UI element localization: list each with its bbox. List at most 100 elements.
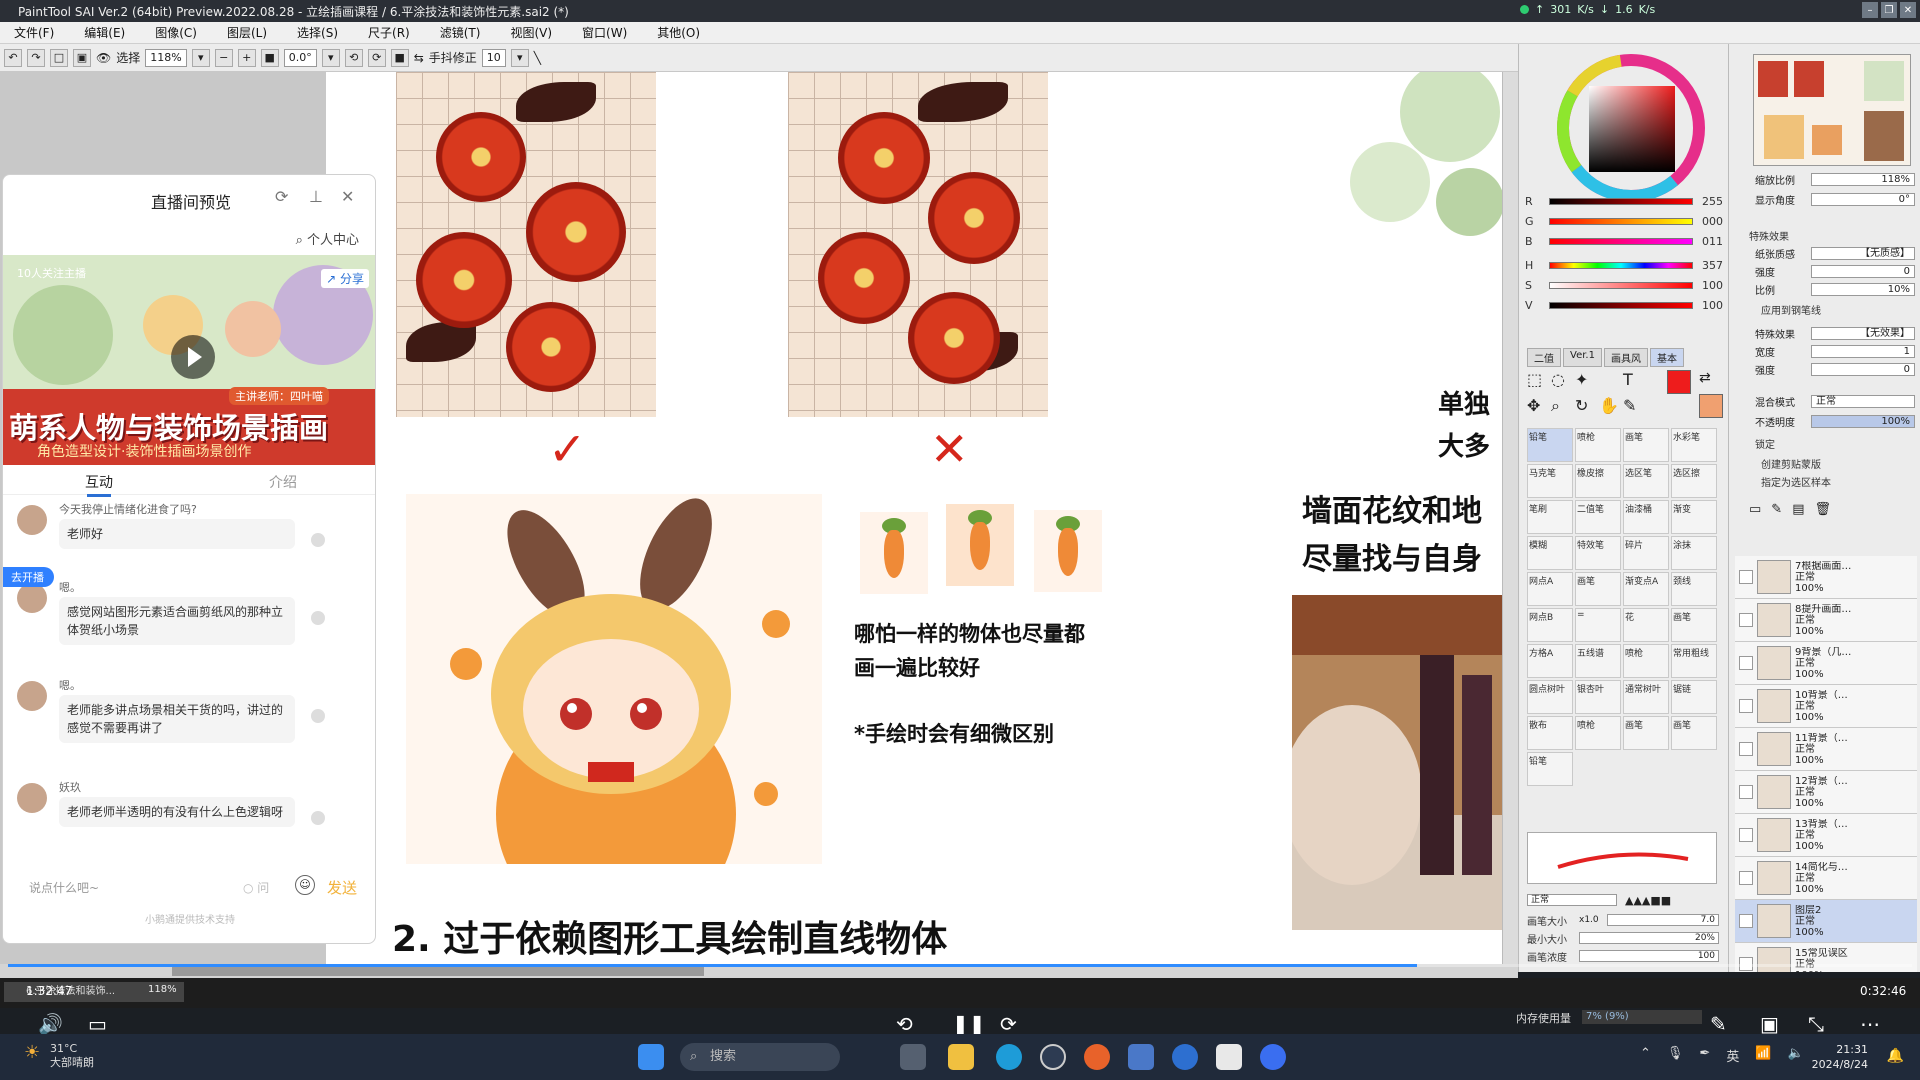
drawing-canvas[interactable]: ✓ ✕ 哪怕一样的物体也尽量都 画一遍比较好 *手绘时会有细微区别 单独 大多 … bbox=[326, 72, 1502, 964]
visibility-toggle-icon[interactable] bbox=[1739, 785, 1753, 799]
effect-select[interactable]: 【无效果】 bbox=[1811, 327, 1915, 340]
primary-color-swatch[interactable] bbox=[1667, 370, 1691, 394]
rotate-reset-icon[interactable]: ■ bbox=[390, 48, 409, 67]
notification-icon[interactable]: 🔔 bbox=[1887, 1048, 1904, 1064]
close-icon[interactable]: ✕ bbox=[1900, 2, 1916, 18]
color-slider-b[interactable]: B 011 bbox=[1525, 234, 1725, 248]
deselect-icon[interactable]: □ bbox=[50, 48, 68, 67]
lasso-icon[interactable]: ◌ bbox=[1551, 370, 1565, 389]
new-folder-icon[interactable]: ▤ bbox=[1792, 502, 1804, 517]
wifi-icon[interactable]: 📶 bbox=[1755, 1046, 1771, 1065]
menu-edit[interactable]: 编辑(E) bbox=[84, 24, 125, 41]
pip-icon[interactable]: ▣ bbox=[1760, 1012, 1779, 1036]
eyedropper-icon[interactable]: ✎ bbox=[1623, 396, 1636, 415]
angle-dropdown-icon[interactable]: ▾ bbox=[321, 48, 340, 67]
tab-painter[interactable]: 画具风 bbox=[1603, 348, 1648, 367]
brush-slot[interactable]: 渐变点A bbox=[1623, 572, 1669, 606]
effect-strength-value[interactable]: 0 bbox=[1811, 363, 1915, 376]
move-icon[interactable]: ✥ bbox=[1527, 396, 1540, 415]
slider-track[interactable] bbox=[1549, 217, 1693, 225]
new-vector-layer-icon[interactable]: ✎ bbox=[1771, 502, 1782, 517]
visibility-toggle-icon[interactable] bbox=[1739, 570, 1753, 584]
flip-icon[interactable]: ⇆ bbox=[414, 51, 424, 65]
brush-slot[interactable]: 二值笔 bbox=[1575, 500, 1621, 534]
taskbar-search[interactable]: ⌕ 搜索 bbox=[680, 1043, 840, 1071]
brush-slot[interactable]: 碎片 bbox=[1623, 536, 1669, 570]
angle-value[interactable]: 0° bbox=[1811, 193, 1915, 206]
more-dot-icon[interactable] bbox=[311, 533, 325, 547]
emoji-icon[interactable]: ☺ bbox=[295, 875, 315, 895]
zoom-out-icon[interactable]: − bbox=[214, 48, 233, 67]
slider-track[interactable] bbox=[1549, 301, 1693, 309]
width-value[interactable]: 1 bbox=[1811, 345, 1915, 358]
slider-track[interactable] bbox=[1549, 197, 1693, 205]
brush-slot[interactable]: 方格A bbox=[1527, 644, 1573, 678]
brush-tip-icons[interactable]: ▲▲▲■■ bbox=[1625, 894, 1671, 907]
go-live-badge[interactable]: 去开播 bbox=[3, 567, 54, 587]
brush-slot[interactable]: 喷枪 bbox=[1623, 644, 1669, 678]
new-layer-icon[interactable]: ▭ bbox=[1749, 502, 1761, 517]
brush-slot[interactable]: 特效笔 bbox=[1575, 536, 1621, 570]
visibility-toggle-icon[interactable] bbox=[1739, 742, 1753, 756]
layer-row[interactable]: 14简化与… 正常 100% bbox=[1735, 857, 1917, 900]
brush-slot[interactable]: 画笔 bbox=[1671, 608, 1717, 642]
search-app-icon[interactable] bbox=[1172, 1044, 1198, 1070]
invert-select-icon[interactable]: ▣ bbox=[73, 48, 91, 67]
pen-icon[interactable]: ✒ bbox=[1699, 1046, 1710, 1065]
microphone-icon[interactable]: 🎙 bbox=[1667, 1046, 1684, 1065]
tab-ver1[interactable]: Ver.1 bbox=[1563, 348, 1602, 367]
tab-intro[interactable]: 介绍 bbox=[269, 472, 297, 492]
layer-row[interactable]: 10背景（… 正常 100% bbox=[1735, 685, 1917, 728]
edit-icon[interactable]: ✎ bbox=[1710, 1012, 1727, 1036]
rewind-icon[interactable]: ⟲ bbox=[896, 1012, 913, 1036]
weather-widget[interactable]: ☀ 31°C 大部晴朗 bbox=[20, 1042, 94, 1070]
menu-ruler[interactable]: 尺子(R) bbox=[368, 24, 410, 41]
effects-section-title[interactable]: 特殊效果 bbox=[1749, 228, 1789, 243]
brush-slot[interactable]: 铅笔 bbox=[1527, 752, 1573, 786]
canvas-scrollbar-vertical[interactable] bbox=[1502, 72, 1518, 964]
visibility-toggle-icon[interactable] bbox=[1739, 871, 1753, 885]
zoom-reset-icon[interactable]: ■ bbox=[260, 48, 279, 67]
brush-slot[interactable]: 渐变 bbox=[1671, 500, 1717, 534]
menu-other[interactable]: 其他(O) bbox=[657, 24, 700, 41]
slider-value[interactable]: 255 bbox=[1693, 195, 1723, 208]
more-dot-icon[interactable] bbox=[311, 611, 325, 625]
brush-slot[interactable]: 圆点树叶 bbox=[1527, 680, 1573, 714]
layer-row[interactable]: 8提升画面… 正常 100% bbox=[1735, 599, 1917, 642]
task-view-icon[interactable] bbox=[900, 1044, 926, 1070]
app-icon[interactable] bbox=[1260, 1044, 1286, 1070]
color-slider-r[interactable]: R 255 bbox=[1525, 194, 1725, 208]
stabilizer-dropdown-icon[interactable]: ▾ bbox=[510, 48, 529, 67]
brush-size-input[interactable]: 7.0 bbox=[1606, 914, 1719, 926]
dell-icon[interactable] bbox=[1040, 1044, 1066, 1070]
color-wheel[interactable] bbox=[1549, 54, 1713, 202]
zoom-input[interactable]: 118% bbox=[145, 48, 187, 67]
brush-slot[interactable]: 网点B bbox=[1527, 608, 1573, 642]
system-clock[interactable]: 21:31 2024/8/24 bbox=[1812, 1042, 1868, 1072]
more-icon[interactable]: ⋯ bbox=[1860, 1012, 1880, 1036]
rotate-left-icon[interactable]: ⟲ bbox=[344, 48, 363, 67]
zoom-dropdown-icon[interactable]: ▾ bbox=[191, 48, 210, 67]
brush-slot[interactable]: 模糊 bbox=[1527, 536, 1573, 570]
tab-interact[interactable]: 互动 bbox=[85, 472, 113, 497]
menu-select[interactable]: 选择(S) bbox=[297, 24, 338, 41]
more-dot-icon[interactable] bbox=[311, 811, 325, 825]
swap-colors-icon[interactable]: ⇄ bbox=[1699, 370, 1711, 386]
blend-select[interactable]: 正常 bbox=[1811, 395, 1915, 408]
visibility-toggle-icon[interactable] bbox=[1739, 656, 1753, 670]
slider-track[interactable] bbox=[1549, 281, 1693, 289]
brush-slot[interactable]: 画笔 bbox=[1623, 716, 1669, 750]
menu-filter[interactable]: 滤镜(T) bbox=[440, 24, 481, 41]
brush-slot[interactable]: 画笔 bbox=[1623, 428, 1669, 462]
mail-icon[interactable] bbox=[1128, 1044, 1154, 1070]
play-icon[interactable] bbox=[171, 335, 215, 379]
ime-indicator[interactable]: 英 bbox=[1726, 1046, 1739, 1065]
navigator-thumbnail[interactable] bbox=[1753, 54, 1911, 166]
brush-slot[interactable]: 常用粗线 bbox=[1671, 644, 1717, 678]
min-size-input[interactable]: 20% bbox=[1579, 932, 1719, 944]
brush-size-multiplier[interactable]: x1.0 bbox=[1579, 915, 1599, 925]
menu-file[interactable]: 文件(F) bbox=[14, 24, 54, 41]
color-slider-h[interactable]: H 357 bbox=[1525, 258, 1725, 272]
slider-value[interactable]: 011 bbox=[1693, 235, 1723, 248]
paper-select[interactable]: 【无质感】 bbox=[1811, 247, 1915, 260]
